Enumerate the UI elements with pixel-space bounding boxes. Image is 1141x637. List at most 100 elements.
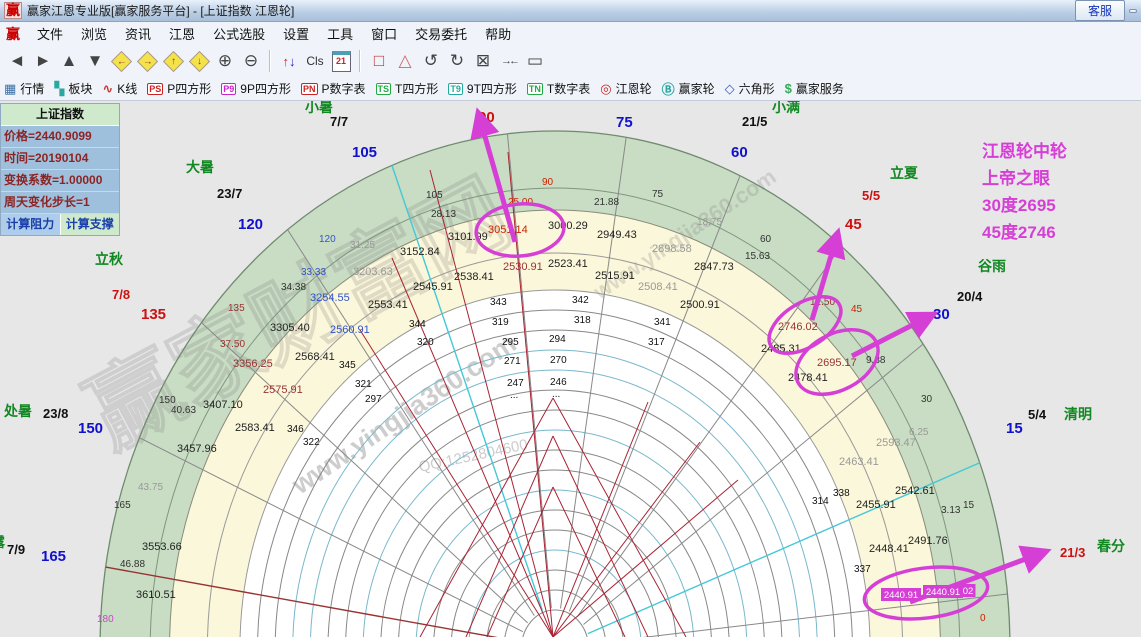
- quote-row: 时间=20190104: [1, 148, 119, 170]
- wheel-label: 33.33: [301, 267, 326, 278]
- toolbar-item-winner-service[interactable]: $ 赢家服务: [785, 80, 844, 97]
- wheel-label: 2463.41: [839, 456, 879, 468]
- wheel-label: 297: [365, 394, 382, 405]
- rotate-ccw-icon[interactable]: ↺: [418, 48, 444, 74]
- wheel-label: 小满: [772, 99, 800, 115]
- toolbar-item-gann-wheel[interactable]: ◎江恩轮: [600, 80, 651, 97]
- wheel-label: 2695.17: [817, 357, 857, 369]
- zoom-out-icon[interactable]: ⊖: [238, 48, 264, 74]
- menu-item-帮助[interactable]: 帮助: [476, 22, 520, 45]
- toolbar-item-t-table[interactable]: TNT数字表: [527, 80, 590, 97]
- views-toolbar: ▦行情 ▚板块 ∿K线 PSP四方形 P9 9P四方形 PNP数字表 TST四方形 T99T四方…: [0, 77, 1141, 101]
- toolbar-item-winner-wheel[interactable]: Ⓑ赢家轮: [662, 79, 715, 98]
- toolbar-item-9t-square[interactable]: T99T四方形: [448, 80, 517, 97]
- updown-icon[interactable]: ↑↓: [276, 48, 302, 74]
- wheel-label: 337: [854, 564, 871, 575]
- price-highlight-value: 2440.91: [884, 590, 918, 601]
- wheel-label: 15.63: [745, 251, 770, 262]
- toolbar-item-p-square[interactable]: PSP四方形: [147, 80, 211, 97]
- nav-left-icon[interactable]: ◄: [4, 48, 30, 74]
- wheel-label: 2949.43: [597, 229, 637, 241]
- kline-label: K线: [117, 80, 137, 97]
- menu-item-交易委托[interactable]: 交易委托: [406, 22, 476, 45]
- winner-service-icon: $: [785, 81, 792, 96]
- wheel-label: 2508.41: [638, 281, 678, 293]
- menu-item-窗口[interactable]: 窗口: [362, 22, 406, 45]
- menu-item-资讯[interactable]: 资讯: [116, 22, 160, 45]
- wheel-label: 2545.91: [413, 281, 453, 293]
- wheel-label: 立夏: [890, 165, 919, 181]
- converge-icon[interactable]: →←: [496, 48, 522, 74]
- menu-item-工具[interactable]: 工具: [318, 22, 362, 45]
- wheel-label: 谷雨: [978, 258, 1006, 274]
- nav-up-icon[interactable]: ▲: [56, 48, 82, 74]
- wheel-label: 90: [542, 177, 554, 188]
- gann-wheel-label: 江恩轮: [616, 80, 652, 97]
- nav-down-icon[interactable]: ▼: [82, 48, 108, 74]
- wheel-label: 322: [303, 437, 320, 448]
- calendar-icon[interactable]: 21: [328, 48, 354, 74]
- wheel-label: 3101.99: [448, 231, 488, 243]
- 9p-square-label: 9P四方形: [240, 80, 291, 97]
- toolbar-item-t-square[interactable]: TST四方形: [376, 80, 439, 97]
- wheel-label: 30: [921, 394, 933, 405]
- cls-button[interactable]: Cls: [302, 48, 328, 74]
- wheel-annotation-text: 江恩轮中轮上帝之眼30度269545度2746: [982, 138, 1067, 246]
- toolbar-item-hexagon[interactable]: ◇六角形: [725, 80, 775, 97]
- toolbar-item-quotes[interactable]: ▦行情: [4, 80, 44, 97]
- quotes-label: 行情: [20, 80, 44, 97]
- wheel-label: 2898.58: [652, 243, 692, 255]
- diamond-up-icon[interactable]: ↑: [160, 48, 186, 74]
- toolbar-item-9p-square[interactable]: P9 9P四方形: [221, 80, 291, 97]
- wheel-label: 120: [319, 234, 336, 245]
- zoom-in-icon[interactable]: ⊕: [212, 48, 238, 74]
- p-square-icon: PS: [147, 83, 163, 95]
- wheel-label: 150: [78, 420, 103, 437]
- menu-item-文件[interactable]: 文件: [28, 22, 72, 45]
- annotation-line: 江恩轮中轮: [982, 138, 1067, 165]
- menu-item-浏览[interactable]: 浏览: [72, 22, 116, 45]
- wheel-label: 28.13: [431, 209, 456, 220]
- wheel-label: 46.88: [120, 559, 145, 570]
- calc-support-button[interactable]: 计算支撑: [61, 214, 120, 235]
- wheel-label: 317: [648, 337, 665, 348]
- titlebar-button-partial[interactable]: [1129, 9, 1137, 13]
- customer-service-button[interactable]: 客服: [1075, 0, 1125, 21]
- toolbar-item-kline[interactable]: ∿K线: [102, 80, 137, 97]
- wheel-label: 75: [652, 189, 664, 200]
- wheel-label: 清明: [1064, 406, 1092, 422]
- toolbar-item-sectors[interactable]: ▚板块: [54, 80, 92, 97]
- annotation-line: 30度2695: [982, 192, 1067, 219]
- wheel-label: 60: [760, 234, 772, 245]
- menu-item-江恩[interactable]: 江恩: [160, 22, 204, 45]
- wheel-label: 21/5: [742, 114, 767, 129]
- rect-tool-icon[interactable]: □: [366, 48, 392, 74]
- rotate-cw-icon[interactable]: ↻: [444, 48, 470, 74]
- toolbar-item-p-table[interactable]: PNP数字表: [301, 80, 366, 97]
- diamond-left-icon[interactable]: ←: [108, 48, 134, 74]
- wheel-label: 40.63: [171, 405, 196, 416]
- menu-item-公式选股[interactable]: 公式选股: [204, 22, 274, 45]
- nav-right-icon[interactable]: ►: [30, 48, 56, 74]
- wheel-label: 7/7: [330, 114, 348, 129]
- 9p-square-icon: P9: [221, 83, 236, 95]
- t-table-label: T数字表: [547, 80, 590, 97]
- expand-icon[interactable]: ⊠: [470, 48, 496, 74]
- board-icon[interactable]: ▭: [522, 48, 548, 74]
- menu-item-设置[interactable]: 设置: [274, 22, 318, 45]
- diamond-right-icon[interactable]: →: [134, 48, 160, 74]
- winner-service-label: 赢家服务: [796, 80, 844, 97]
- diamond-down-icon[interactable]: ↓: [186, 48, 212, 74]
- triangle-tool-icon[interactable]: △: [392, 48, 418, 74]
- annotation-line: 上帝之眼: [982, 165, 1067, 192]
- wheel-label: 2448.41: [869, 543, 909, 555]
- wheel-label: 2847.73: [694, 261, 734, 273]
- wheel-label: 319: [492, 317, 509, 328]
- menu-logo-icon: 赢: [6, 24, 20, 44]
- wheel-label: 3457.96: [177, 443, 217, 455]
- calc-resistance-button[interactable]: 计算阻力: [1, 214, 61, 235]
- wheel-label: 23/8: [43, 406, 68, 421]
- wheel-label: 5/5: [862, 188, 880, 203]
- wheel-label: 165: [114, 500, 131, 511]
- wheel-label: 105: [426, 190, 443, 201]
